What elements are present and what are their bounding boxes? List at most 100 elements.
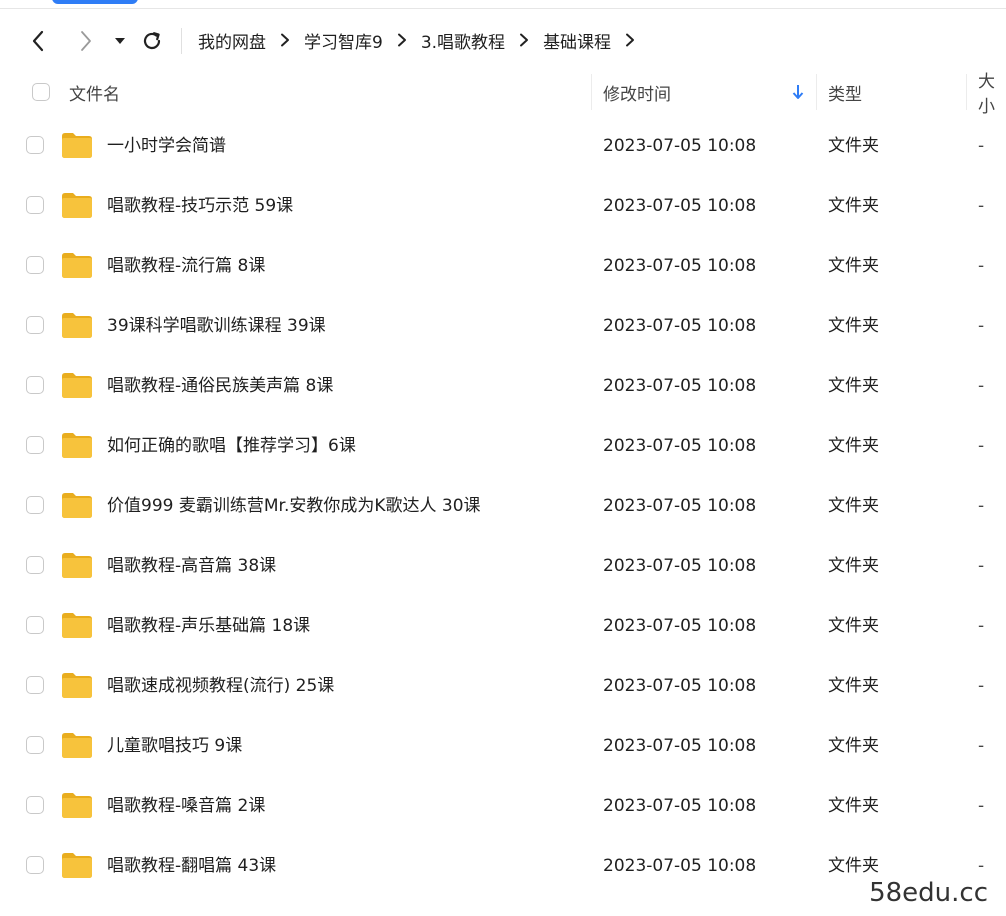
file-size: -	[978, 616, 985, 636]
table-row[interactable]: 唱歌教程-流行篇 8课 2023-07-05 10:08 文件夹 -	[0, 236, 1006, 296]
file-type: 文件夹	[828, 316, 879, 336]
folder-icon	[62, 433, 92, 458]
file-name[interactable]: 唱歌教程-嗓音篇 2课	[107, 776, 265, 836]
breadcrumb-chevron-icon	[625, 33, 635, 47]
modified-time: 2023-07-05 10:08	[603, 556, 757, 576]
top-strip	[0, 0, 1006, 10]
table-row[interactable]: 一小时学会简谱 2023-07-05 10:08 文件夹 -	[0, 116, 1006, 176]
breadcrumb: 我的网盘 学习智库9 3.唱歌教程 基础课程	[198, 18, 649, 62]
breadcrumb-item[interactable]: 3.唱歌教程	[421, 28, 505, 53]
column-header-modified[interactable]: 修改时间	[603, 70, 671, 114]
breadcrumb-item[interactable]: 我的网盘	[198, 28, 266, 53]
column-header-size[interactable]: 大小	[978, 70, 1006, 117]
folder-icon	[62, 133, 92, 158]
breadcrumb-item[interactable]: 基础课程	[543, 28, 611, 53]
table-row[interactable]: 唱歌教程-通俗民族美声篇 8课 2023-07-05 10:08 文件夹 -	[0, 356, 1006, 416]
modified-time: 2023-07-05 10:08	[603, 676, 757, 696]
table-row[interactable]: 唱歌教程-翻唱篇 43课 2023-07-05 10:08 文件夹 -	[0, 836, 1006, 896]
row-checkbox[interactable]	[26, 436, 44, 454]
row-checkbox[interactable]	[26, 376, 44, 394]
row-checkbox[interactable]	[26, 256, 44, 274]
file-size: -	[978, 256, 985, 276]
modified-time: 2023-07-05 10:08	[603, 316, 757, 336]
column-header-type[interactable]: 类型	[828, 70, 862, 114]
file-type: 文件夹	[828, 256, 879, 276]
breadcrumb-item[interactable]: 学习智库9	[304, 28, 383, 53]
row-checkbox[interactable]	[26, 736, 44, 754]
table-row[interactable]: 唱歌教程-高音篇 38课 2023-07-05 10:08 文件夹 -	[0, 536, 1006, 596]
sort-indicator[interactable]	[792, 70, 804, 114]
file-name[interactable]: 唱歌速成视频教程(流行) 25课	[107, 656, 334, 716]
file-name[interactable]: 价值999 麦霸训练营Mr.安教你成为K歌达人 30课	[107, 476, 481, 536]
caret-down-icon	[115, 38, 125, 44]
column-header-name[interactable]: 文件名	[69, 70, 120, 114]
file-type: 文件夹	[828, 196, 879, 216]
table-row[interactable]: 价值999 麦霸训练营Mr.安教你成为K歌达人 30课 2023-07-05 10…	[0, 476, 1006, 536]
navigation-bar: 我的网盘 学习智库9 3.唱歌教程 基础课程	[0, 18, 1006, 62]
file-type: 文件夹	[828, 556, 879, 576]
file-name[interactable]: 唱歌教程-流行篇 8课	[107, 236, 265, 296]
nav-divider	[181, 28, 182, 54]
file-type: 文件夹	[828, 616, 879, 636]
modified-time: 2023-07-05 10:08	[603, 256, 757, 276]
column-divider[interactable]	[816, 74, 817, 110]
refresh-icon	[143, 32, 161, 50]
folder-icon	[62, 733, 92, 758]
row-checkbox[interactable]	[26, 796, 44, 814]
top-divider	[0, 8, 1006, 9]
history-dropdown-button[interactable]	[112, 33, 128, 49]
refresh-button[interactable]	[139, 28, 165, 54]
select-all-checkbox[interactable]	[32, 83, 50, 101]
file-name[interactable]: 一小时学会简谱	[107, 116, 226, 176]
file-size: -	[978, 376, 985, 396]
folder-icon	[62, 553, 92, 578]
table-row[interactable]: 唱歌教程-技巧示范 59课 2023-07-05 10:08 文件夹 -	[0, 176, 1006, 236]
folder-icon	[62, 373, 92, 398]
file-name[interactable]: 如何正确的歌唱【推荐学习】6课	[107, 416, 356, 476]
forward-button[interactable]	[74, 29, 98, 53]
file-name[interactable]: 唱歌教程-声乐基础篇 18课	[107, 596, 310, 656]
file-name[interactable]: 唱歌教程-翻唱篇 43课	[107, 836, 276, 896]
file-type: 文件夹	[828, 736, 879, 756]
table-row[interactable]: 儿童歌唱技巧 9课 2023-07-05 10:08 文件夹 -	[0, 716, 1006, 776]
file-type: 文件夹	[828, 136, 879, 156]
modified-time: 2023-07-05 10:08	[603, 496, 757, 516]
file-name[interactable]: 唱歌教程-技巧示范 59课	[107, 176, 293, 236]
watermark: 58edu.cc	[869, 878, 988, 908]
column-divider[interactable]	[591, 74, 592, 110]
folder-icon	[62, 493, 92, 518]
row-checkbox[interactable]	[26, 856, 44, 874]
file-type: 文件夹	[828, 436, 879, 456]
file-name[interactable]: 唱歌教程-高音篇 38课	[107, 536, 276, 596]
row-checkbox[interactable]	[26, 316, 44, 334]
table-row[interactable]: 39课科学唱歌训练课程 39课 2023-07-05 10:08 文件夹 -	[0, 296, 1006, 356]
modified-time: 2023-07-05 10:08	[603, 796, 757, 816]
modified-time: 2023-07-05 10:08	[603, 196, 757, 216]
breadcrumb-chevron-icon	[397, 33, 407, 47]
file-size: -	[978, 676, 985, 696]
breadcrumb-chevron-icon	[519, 33, 529, 47]
row-checkbox[interactable]	[26, 616, 44, 634]
table-header: 文件名 修改时间 类型 大小	[0, 70, 1006, 117]
column-divider[interactable]	[966, 74, 967, 110]
file-size: -	[978, 796, 985, 816]
table-row[interactable]: 如何正确的歌唱【推荐学习】6课 2023-07-05 10:08 文件夹 -	[0, 416, 1006, 476]
back-button[interactable]	[26, 29, 50, 53]
chevron-left-icon	[32, 30, 44, 52]
folder-icon	[62, 793, 92, 818]
file-name[interactable]: 唱歌教程-通俗民族美声篇 8课	[107, 356, 333, 416]
row-checkbox[interactable]	[26, 556, 44, 574]
file-size: -	[978, 196, 985, 216]
table-row[interactable]: 唱歌速成视频教程(流行) 25课 2023-07-05 10:08 文件夹 -	[0, 656, 1006, 716]
modified-time: 2023-07-05 10:08	[603, 736, 757, 756]
row-checkbox[interactable]	[26, 676, 44, 694]
file-name[interactable]: 儿童歌唱技巧 9课	[107, 716, 242, 776]
row-checkbox[interactable]	[26, 136, 44, 154]
table-row[interactable]: 唱歌教程-嗓音篇 2课 2023-07-05 10:08 文件夹 -	[0, 776, 1006, 836]
table-row[interactable]: 唱歌教程-声乐基础篇 18课 2023-07-05 10:08 文件夹 -	[0, 596, 1006, 656]
row-checkbox[interactable]	[26, 496, 44, 514]
row-checkbox[interactable]	[26, 196, 44, 214]
modified-time: 2023-07-05 10:08	[603, 376, 757, 396]
file-name[interactable]: 39课科学唱歌训练课程 39课	[107, 296, 326, 356]
file-size: -	[978, 136, 985, 156]
